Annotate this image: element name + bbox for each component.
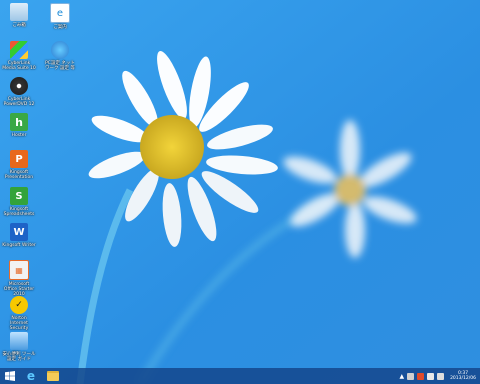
volume-icon[interactable]: [427, 372, 435, 380]
desktop-icon-label: 安心便利 ツール 設定 ガイド: [2, 352, 36, 362]
desktop-icon-label: CyberLink Media Suite 10: [2, 61, 36, 71]
desktop-icon-label: PC設定 ネットワーク 設定 等: [45, 61, 75, 71]
cyberlink-dvd-icon[interactable]: CyberLink PowerDVD 12: [3, 77, 35, 107]
security-flag-icon[interactable]: [417, 372, 425, 380]
chevron-up-icon[interactable]: ▲: [399, 373, 404, 380]
cyberlink-dvd-icon: [10, 77, 28, 95]
network-setup-icon: [51, 41, 69, 59]
norton-security-icon: ✓: [10, 296, 28, 314]
clock-date: 2013/12/06: [450, 376, 476, 381]
ime-icon[interactable]: [437, 372, 445, 380]
recycle-bin-icon[interactable]: ごみ箱: [3, 3, 35, 28]
pc-settings-icon[interactable]: 安心便利 ツール 設定 ガイド: [3, 332, 35, 362]
desktop-icon-label: Kingsoft Writer: [2, 243, 36, 248]
network-icon[interactable]: [407, 372, 415, 380]
desktop-icon-label: CyberLink PowerDVD 12: [3, 97, 35, 107]
recycle-bin-icon: [10, 3, 28, 21]
media-player-icon: [10, 41, 28, 59]
media-player-icon[interactable]: CyberLink Media Suite 10: [2, 41, 36, 71]
hoster-icon: h: [10, 113, 28, 131]
internet-shortcut-icon: e: [50, 3, 70, 23]
kingsoft-writer-icon: W: [10, 223, 28, 241]
pc-settings-icon: [10, 332, 28, 350]
desktop-icon-label: Norton Internet Security: [9, 316, 29, 331]
internet-explorer-icon: e: [26, 369, 36, 383]
start-button[interactable]: [2, 369, 18, 383]
network-setup-icon[interactable]: PC設定 ネットワーク 設定 等: [44, 41, 76, 71]
desktop-icon-label: ごみ箱: [12, 23, 26, 28]
internet-shortcut-icon[interactable]: e ご案内: [44, 3, 76, 30]
taskbar-explorer-button[interactable]: [44, 369, 62, 383]
taskbar-ie-button[interactable]: e: [22, 369, 40, 383]
office-viewer-icon[interactable]: ▦ Microsoft Office Starter 2010: [3, 260, 35, 297]
taskbar-clock[interactable]: 0:37 2013/12/06: [450, 371, 476, 381]
kingsoft-spreadsheets-icon[interactable]: S Kingsoft Spreadsheets: [3, 187, 35, 217]
hoster-icon[interactable]: h Hoster: [3, 113, 35, 138]
desktop-icon-label: Kingsoft Presentation: [4, 170, 34, 180]
kingsoft-spreadsheets-icon: S: [10, 187, 28, 205]
desktop-icon-label: Microsoft Office Starter 2010: [3, 282, 35, 297]
desktop-icon-label: ご案内: [53, 25, 67, 30]
office-viewer-icon: ▦: [9, 260, 29, 280]
desktop-icon-label: Kingsoft Spreadsheets: [3, 207, 35, 217]
norton-security-icon[interactable]: ✓ Norton Internet Security: [3, 296, 35, 331]
kingsoft-writer-icon[interactable]: W Kingsoft Writer: [2, 223, 36, 248]
file-explorer-icon: [47, 371, 59, 381]
kingsoft-presentation-icon[interactable]: P Kingsoft Presentation: [3, 150, 35, 180]
desktop-icon-label: Hoster: [11, 133, 27, 138]
system-tray: ▲ 0:37 2013/12/06: [399, 368, 476, 384]
kingsoft-presentation-icon: P: [10, 150, 28, 168]
start-icon: [5, 371, 15, 381]
taskbar: e ▲ 0:37 2013/12/06: [0, 368, 480, 384]
